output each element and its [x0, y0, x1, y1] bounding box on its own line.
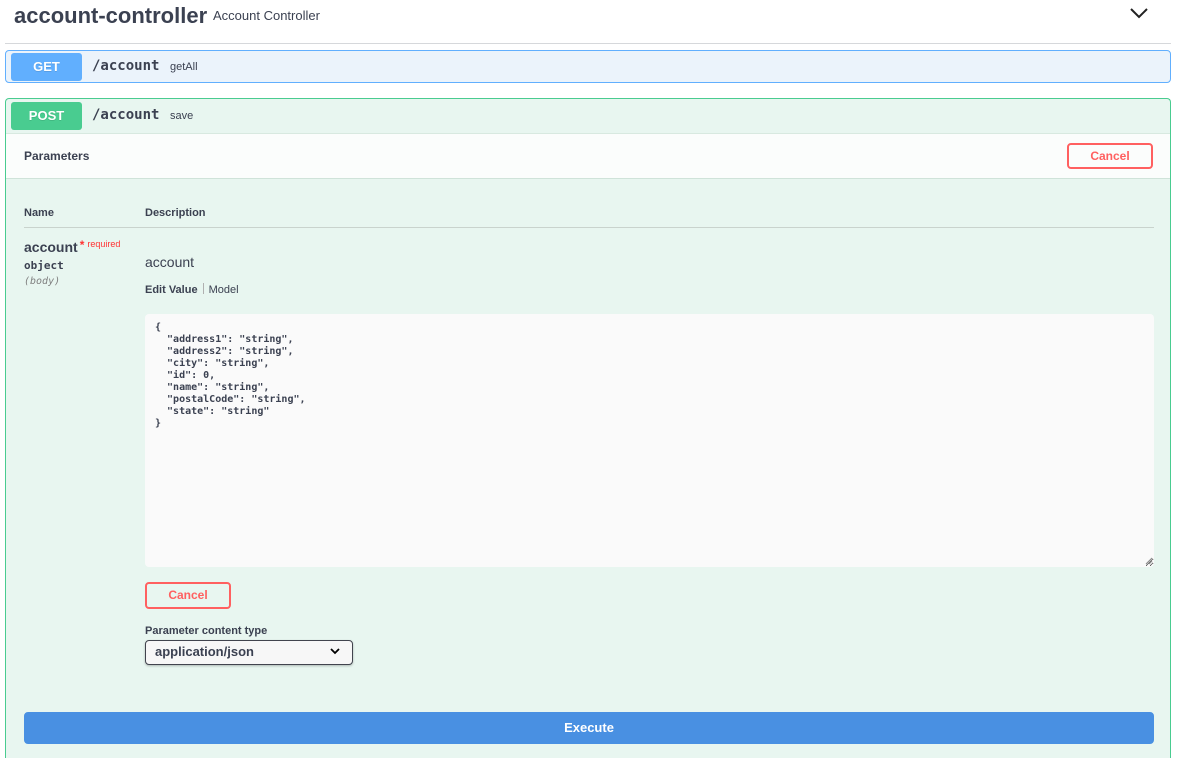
tag-title: account-controller: [14, 3, 208, 28]
cancel-button[interactable]: Cancel: [1067, 143, 1153, 169]
operation-summary-bar[interactable]: POST /account save: [6, 99, 1170, 133]
chevron-down-icon: [330, 648, 340, 655]
method-badge-post: POST: [11, 102, 82, 130]
operation-summary: save: [170, 110, 194, 122]
tag-description: Account Controller: [213, 8, 320, 23]
tab-model[interactable]: Model: [209, 284, 239, 296]
operation-summary: getAll: [170, 61, 198, 73]
required-label: required: [87, 239, 121, 249]
execute-button[interactable]: Execute: [24, 712, 1154, 744]
operation-path: /account: [92, 58, 160, 74]
column-header-name: Name: [24, 207, 54, 219]
parameter-description: account: [145, 254, 195, 270]
operation-post-account: POST /account save Parameters Cancel Nam…: [5, 98, 1171, 758]
request-body-editor[interactable]: { "address1": "string", "address2": "str…: [145, 314, 1154, 567]
parameters-title: Parameters: [24, 149, 90, 163]
resize-handle-icon[interactable]: [1145, 557, 1153, 565]
parameters-header: Parameters Cancel: [6, 133, 1170, 179]
content-type-select[interactable]: application/json: [145, 640, 353, 665]
divider: [24, 227, 1154, 228]
parameter-name-text: account: [24, 239, 78, 255]
parameter-type: object: [24, 259, 64, 272]
content-type-value: application/json: [155, 644, 254, 659]
column-header-description: Description: [145, 207, 206, 219]
operation-get-account[interactable]: GET /account getAll: [5, 50, 1171, 83]
body-tabs: Edit Value Model: [145, 283, 239, 296]
tag-header[interactable]: account-controller Account Controller: [5, 0, 1171, 44]
operation-path: /account: [92, 107, 160, 123]
tab-divider: [202, 283, 204, 294]
content-type-label: Parameter content type: [145, 625, 268, 637]
chevron-down-icon[interactable]: [1129, 6, 1149, 20]
required-star: *: [79, 238, 85, 252]
parameter-location: (body): [24, 276, 61, 287]
method-badge-get: GET: [11, 53, 82, 81]
parameter-name: account * required: [24, 238, 121, 255]
tab-edit-value[interactable]: Edit Value: [145, 284, 198, 296]
cancel-button-bottom[interactable]: Cancel: [145, 582, 231, 609]
